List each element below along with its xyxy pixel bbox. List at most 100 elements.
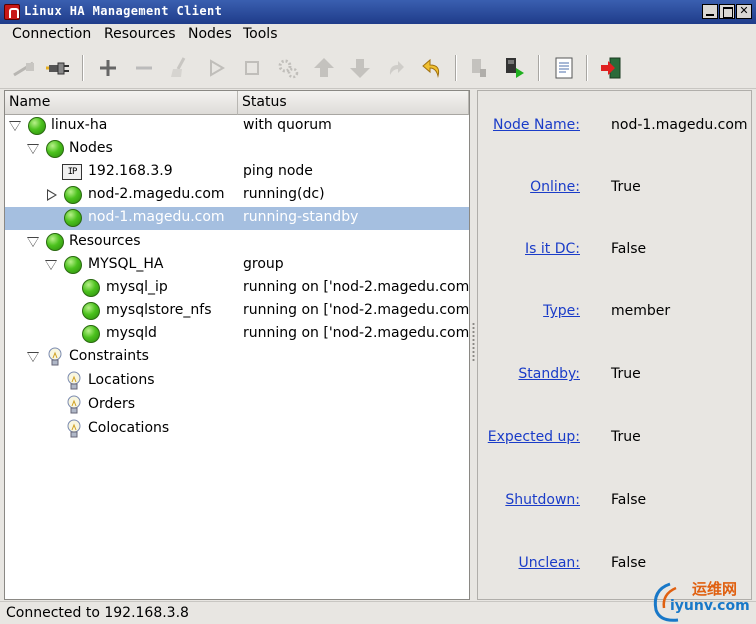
menu-connection[interactable]: Connection xyxy=(12,26,91,42)
resource-tree[interactable]: Name Status linux-ha with quorum Nodes I… xyxy=(4,90,479,600)
tree-row-mysqlstore-nfs[interactable]: mysqlstore_nfs running on ['nod-2.magedu… xyxy=(5,300,479,323)
expand-arrow-icon[interactable] xyxy=(45,259,57,271)
prop-key-node-name[interactable]: Node Name: xyxy=(493,117,580,133)
expand-arrow-icon[interactable] xyxy=(27,143,39,155)
menu-nodes[interactable]: Nodes xyxy=(188,26,232,42)
toolbar xyxy=(0,47,756,89)
tree-row-colocations[interactable]: Colocations xyxy=(5,418,469,441)
tree-row-label: Orders xyxy=(88,396,136,412)
prop-key-shutdown[interactable]: Shutdown: xyxy=(505,492,580,508)
minimize-button[interactable] xyxy=(702,4,718,19)
column-header-status[interactable]: Status xyxy=(238,91,469,115)
prop-key-standby[interactable]: Standby: xyxy=(518,366,580,382)
tree-row-constraints[interactable]: Constraints xyxy=(5,346,469,369)
stop-icon[interactable] xyxy=(238,54,266,82)
pane-splitter-handle[interactable] xyxy=(470,90,477,600)
lightbulb-icon xyxy=(66,371,82,392)
status-bar: Connected to 192.168.3.8 xyxy=(0,601,756,624)
tree-row-status: running on ['nod-2.magedu.com'] xyxy=(243,279,479,295)
status-text: Connected to 192.168.3.8 xyxy=(6,605,189,621)
active-icon[interactable] xyxy=(500,54,528,82)
tree-row-nod-2[interactable]: nod-2.magedu.com running(dc) xyxy=(5,184,469,207)
prop-key-expected-up[interactable]: Expected up: xyxy=(488,429,580,445)
start-icon[interactable] xyxy=(202,54,230,82)
prop-key-is-dc[interactable]: Is it DC: xyxy=(525,241,580,257)
prop-value-type: member xyxy=(611,303,671,319)
window-title: Linux HA Management Client xyxy=(24,4,223,18)
tree-row-status: running(dc) xyxy=(243,186,325,202)
maximize-button[interactable] xyxy=(719,4,735,19)
exit-icon[interactable] xyxy=(597,54,625,82)
tree-row-label: linux-ha xyxy=(51,117,108,133)
collapse-arrow-icon[interactable] xyxy=(45,189,57,201)
green-circle-icon xyxy=(28,117,46,135)
move-down-icon[interactable] xyxy=(346,54,374,82)
settings-icon[interactable] xyxy=(274,54,302,82)
properties-panel: Node Name: nod-1.magedu.com Online: True… xyxy=(477,90,752,600)
tree-row-status: ping node xyxy=(243,163,313,179)
expand-arrow-icon[interactable] xyxy=(27,236,39,248)
green-circle-icon xyxy=(64,209,82,227)
app-logo-icon xyxy=(4,4,20,20)
tree-row-label: mysql_ip xyxy=(106,279,168,295)
green-circle-icon xyxy=(64,256,82,274)
lightbulb-icon xyxy=(66,395,82,416)
tree-row-label: mysqlstore_nfs xyxy=(106,302,212,318)
tree-row-locations[interactable]: Locations xyxy=(5,370,469,393)
prop-value-node-name: nod-1.magedu.com xyxy=(611,117,748,133)
green-circle-icon xyxy=(82,279,100,297)
tree-row-nodes[interactable]: Nodes xyxy=(5,138,469,161)
prop-value-shutdown: False xyxy=(611,492,647,508)
tree-row-label: Colocations xyxy=(88,420,170,436)
tree-row-label: Locations xyxy=(88,372,155,388)
menu-resources[interactable]: Resources xyxy=(104,26,176,42)
tree-row-mysql-ip[interactable]: mysql_ip running on ['nod-2.magedu.com'] xyxy=(5,277,479,300)
prop-value-unclean: False xyxy=(611,555,647,571)
menu-tools[interactable]: Tools xyxy=(243,26,278,42)
green-circle-icon xyxy=(64,186,82,204)
tree-row-nod-1[interactable]: nod-1.magedu.com running-standby xyxy=(5,207,469,230)
tree-row-status: running on ['nod-2.magedu.com'] xyxy=(243,325,479,341)
green-circle-icon xyxy=(82,302,100,320)
tree-row-orders[interactable]: Orders xyxy=(5,394,469,417)
tree-row-status: with quorum xyxy=(243,117,332,133)
tree-row-mysqld[interactable]: mysqld running on ['nod-2.magedu.com'] xyxy=(5,323,479,346)
tree-row-label: 192.168.3.9 xyxy=(88,163,173,179)
expand-arrow-icon[interactable] xyxy=(9,120,21,132)
move-up-icon[interactable] xyxy=(310,54,338,82)
cleanup-icon[interactable] xyxy=(166,54,194,82)
remove-icon[interactable] xyxy=(130,54,158,82)
tree-row-mysql-ha[interactable]: MYSQL_HA group xyxy=(5,254,469,277)
tree-row-ping-node[interactable]: IP 192.168.3.9 ping node xyxy=(5,161,469,184)
view-xml-icon[interactable] xyxy=(550,54,578,82)
tree-row-label: mysqld xyxy=(106,325,157,341)
menu-bar: Connection Resources Nodes Tools xyxy=(0,24,756,46)
prop-key-online[interactable]: Online: xyxy=(530,179,580,195)
watermark-cn-text: 运维网 xyxy=(692,580,738,598)
prop-value-expected-up: True xyxy=(611,429,641,445)
tree-row-label: nod-2.magedu.com xyxy=(88,186,225,202)
close-button[interactable]: ✕ xyxy=(736,4,752,19)
column-header-name[interactable]: Name xyxy=(5,91,238,115)
prop-key-type[interactable]: Type: xyxy=(543,303,580,319)
add-icon[interactable] xyxy=(94,54,122,82)
tree-row-label: nod-1.magedu.com xyxy=(88,209,225,225)
tree-row-label: Constraints xyxy=(69,348,149,364)
tree-row-label: Nodes xyxy=(69,140,113,156)
ping-host-icon: IP xyxy=(62,164,82,180)
tree-row-status: running-standby xyxy=(243,209,359,225)
watermark-site-text: iyunv.com xyxy=(670,598,750,614)
tree-row-resources[interactable]: Resources xyxy=(5,231,469,254)
redo-icon[interactable] xyxy=(382,54,410,82)
undo-icon[interactable] xyxy=(418,54,446,82)
expand-arrow-icon[interactable] xyxy=(27,351,39,363)
connect-icon[interactable] xyxy=(10,54,38,82)
tree-row-linux-ha[interactable]: linux-ha with quorum xyxy=(5,115,469,138)
disconnect-icon[interactable] xyxy=(44,54,72,82)
tree-row-status: group xyxy=(243,256,284,272)
lightbulb-icon xyxy=(66,419,82,440)
green-circle-icon xyxy=(82,325,100,343)
standby-icon[interactable] xyxy=(465,54,493,82)
title-bar: Linux HA Management Client ✕ xyxy=(0,0,756,24)
prop-key-unclean[interactable]: Unclean: xyxy=(519,555,581,571)
